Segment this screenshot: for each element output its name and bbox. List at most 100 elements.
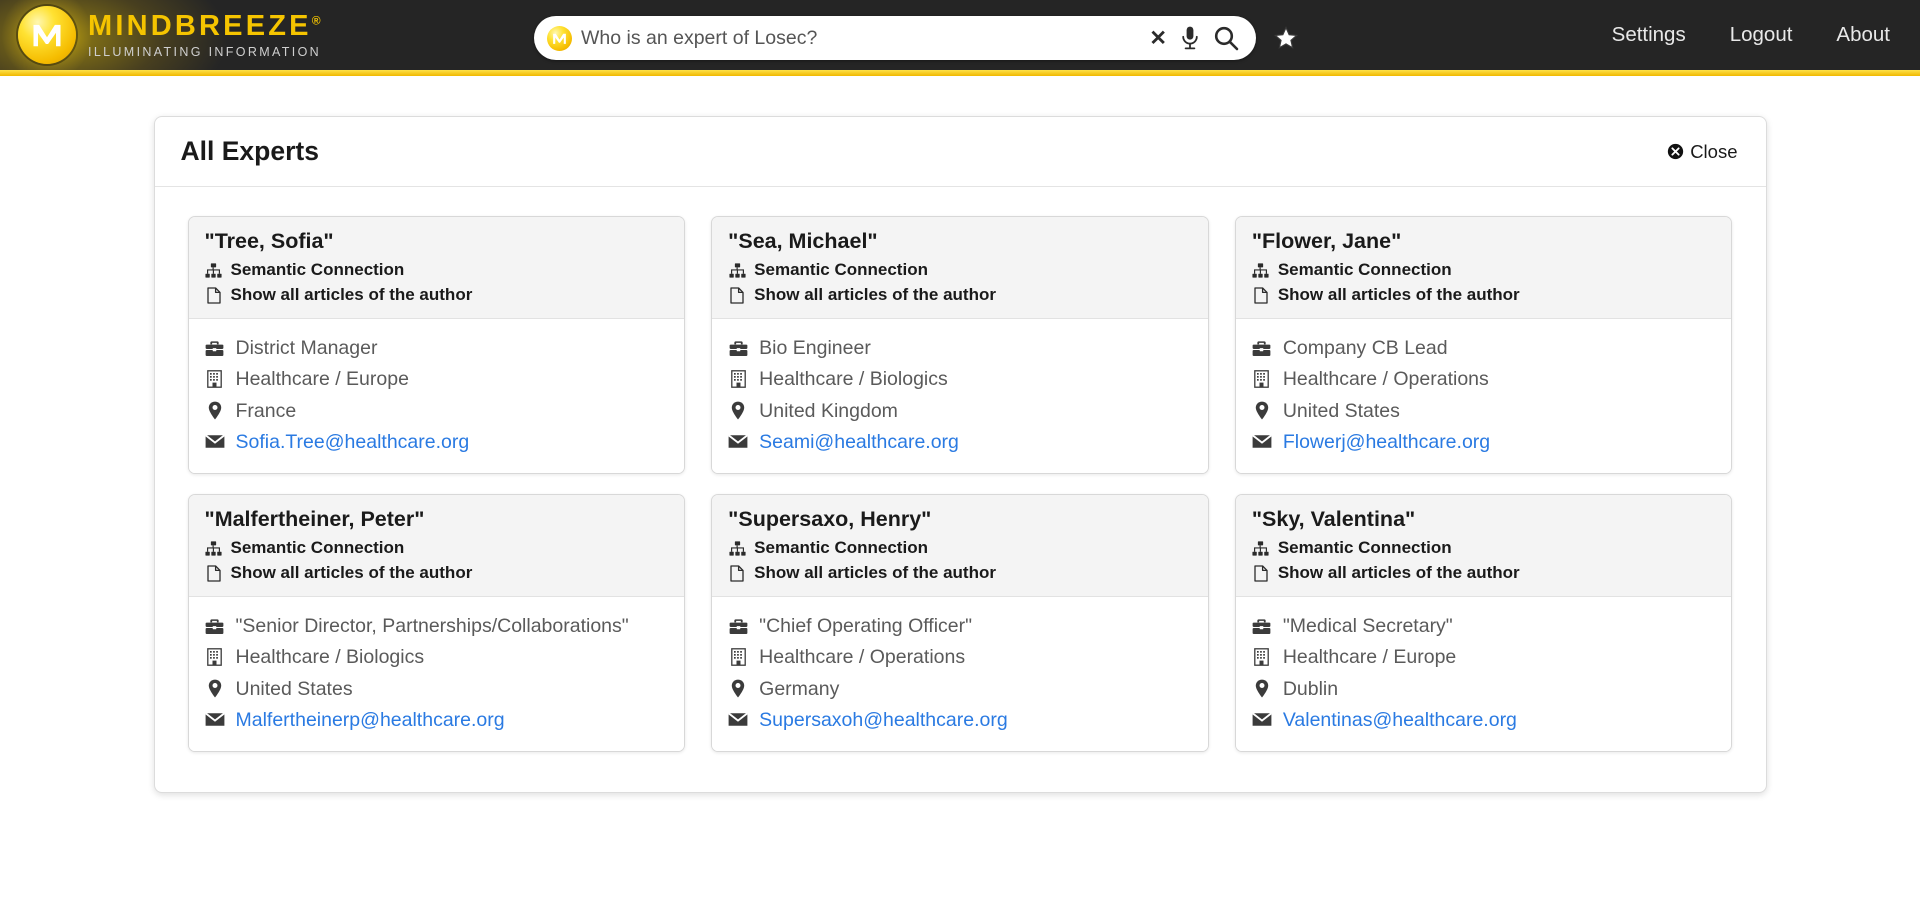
logo-mark-icon <box>2 0 92 80</box>
expert-department: Healthcare / Operations <box>759 646 966 669</box>
building-icon <box>205 648 225 667</box>
sitemap-icon <box>1252 262 1270 278</box>
expert-role: "Senior Director, Partnerships/Collabora… <box>235 615 629 638</box>
briefcase-icon <box>728 340 748 357</box>
expert-location-row: Dublin <box>1252 675 1716 703</box>
expert-email-row: Valentinas@healthcare.org <box>1251 706 1716 734</box>
logo-name: MINDBREEZE® <box>88 9 321 42</box>
expert-department-row: Healthcare / Europe <box>205 365 669 393</box>
envelope-icon <box>728 434 749 449</box>
envelope-icon <box>204 712 225 727</box>
expert-card-1[interactable]: "Tree, Sofia" Semantic Connection Show a… <box>187 216 686 475</box>
expert-card-header: "Sky, Valentina" Semantic Connection Sho… <box>1235 495 1732 598</box>
nav-link-logout[interactable]: Logout <box>1730 23 1793 47</box>
close-button[interactable]: Close <box>1667 140 1738 163</box>
semantic-connection-link[interactable]: Semantic Connection <box>1252 538 1716 558</box>
expert-name: "Sky, Valentina" <box>1251 507 1416 532</box>
show-all-articles-label: Show all articles of the author <box>230 563 473 583</box>
show-all-articles-link[interactable]: Show all articles of the author <box>205 285 669 305</box>
experts-grid: "Tree, Sofia" Semantic Connection Show a… <box>155 187 1766 792</box>
expert-card-body: "Medical Secretary" Healthcare / Europe … <box>1235 597 1732 752</box>
expert-role-row: Company CB Lead <box>1252 334 1716 362</box>
show-all-articles-label: Show all articles of the author <box>1277 563 1520 583</box>
mindbreeze-logo[interactable]: MINDBREEZE® ILLUMINATING INFORMATION <box>2 0 321 80</box>
search-box[interactable]: ✕ <box>534 16 1256 60</box>
expert-location-row: United States <box>1252 397 1716 425</box>
show-all-articles-link[interactable]: Show all articles of the author <box>728 563 1192 583</box>
logo-registered-mark: ® <box>311 13 321 28</box>
expert-role-row: District Manager <box>205 334 669 362</box>
show-all-articles-link[interactable]: Show all articles of the author <box>728 285 1192 305</box>
sitemap-icon <box>728 540 746 556</box>
favicon-m-letter-icon <box>553 33 566 44</box>
expert-location: France <box>235 399 297 422</box>
expert-card-5[interactable]: "Supersaxo, Henry" Semantic Connection S… <box>711 494 1209 753</box>
logo-name-text: MINDBREEZE <box>88 9 312 42</box>
logo-m-letter-icon <box>33 24 61 47</box>
expert-email-link[interactable]: Valentinas@healthcare.org <box>1283 706 1517 734</box>
expert-location: Germany <box>759 677 840 700</box>
close-circle-icon <box>1668 143 1684 160</box>
building-icon <box>1252 648 1272 667</box>
expert-location-row: France <box>205 397 669 425</box>
nav-link-settings[interactable]: Settings <box>1612 23 1686 47</box>
location-pin-icon <box>728 679 748 698</box>
search-icon[interactable] <box>1213 25 1240 52</box>
expert-email-link[interactable]: Flowerj@healthcare.org <box>1283 428 1490 456</box>
document-icon <box>1252 564 1270 582</box>
top-navigation: Settings Logout About <box>1612 23 1890 47</box>
expert-card-2[interactable]: "Sea, Michael" Semantic Connection Show … <box>711 216 1209 475</box>
expert-role-row: "Senior Director, Partnerships/Collabora… <box>205 612 669 640</box>
microphone-icon[interactable] <box>1180 25 1200 51</box>
expert-role: "Chief Operating Officer" <box>759 615 973 638</box>
document-icon <box>728 286 746 304</box>
expert-email-link[interactable]: Sofia.Tree@healthcare.org <box>236 428 470 456</box>
semantic-connection-label: Semantic Connection <box>1277 260 1452 279</box>
expert-location: United States <box>1282 399 1400 422</box>
expert-role-row: "Medical Secretary" <box>1252 612 1716 640</box>
expert-department-row: Healthcare / Biologics <box>728 365 1192 393</box>
semantic-connection-link[interactable]: Semantic Connection <box>205 538 669 558</box>
briefcase-icon <box>728 618 748 635</box>
location-pin-icon <box>205 401 225 420</box>
semantic-connection-link[interactable]: Semantic Connection <box>728 538 1192 558</box>
clear-search-icon[interactable]: ✕ <box>1149 28 1167 49</box>
semantic-connection-label: Semantic Connection <box>230 538 405 558</box>
envelope-icon <box>1251 434 1272 449</box>
expert-email-link[interactable]: Malfertheinerp@healthcare.org <box>236 706 505 734</box>
expert-role-row: "Chief Operating Officer" <box>728 612 1192 640</box>
expert-email-link[interactable]: Seami@healthcare.org <box>759 428 959 456</box>
semantic-connection-link[interactable]: Semantic Connection <box>205 260 669 280</box>
expert-card-3[interactable]: "Flower, Jane" Semantic Connection Show … <box>1234 216 1733 475</box>
mindbreeze-favicon-icon <box>547 25 572 51</box>
expert-role-row: Bio Engineer <box>728 334 1192 362</box>
expert-role: "Medical Secretary" <box>1282 615 1453 638</box>
expert-department: Healthcare / Europe <box>1282 646 1457 669</box>
search-input[interactable] <box>581 16 1150 60</box>
expert-card-6[interactable]: "Sky, Valentina" Semantic Connection Sho… <box>1234 494 1733 753</box>
location-pin-icon <box>728 401 748 420</box>
semantic-connection-link[interactable]: Semantic Connection <box>1252 260 1716 280</box>
expert-email-row: Malfertheinerp@healthcare.org <box>204 706 669 734</box>
expert-location-row: United Kingdom <box>728 397 1192 425</box>
sitemap-icon <box>205 262 223 278</box>
semantic-connection-link[interactable]: Semantic Connection <box>728 260 1192 280</box>
expert-name: "Flower, Jane" <box>1251 229 1402 253</box>
briefcase-icon <box>1252 340 1272 357</box>
expert-role: Company CB Lead <box>1282 337 1448 359</box>
expert-department: Healthcare / Biologics <box>759 368 948 391</box>
expert-location-row: Germany <box>728 675 1192 703</box>
expert-name: "Tree, Sofia" <box>204 229 334 253</box>
expert-department-row: Healthcare / Operations <box>728 643 1192 671</box>
close-label: Close <box>1690 140 1738 162</box>
show-all-articles-link[interactable]: Show all articles of the author <box>205 563 669 583</box>
expert-role: District Manager <box>235 337 378 359</box>
expert-card-header: "Tree, Sofia" Semantic Connection Show a… <box>188 217 685 319</box>
expert-email-link[interactable]: Supersaxoh@healthcare.org <box>759 706 1008 734</box>
show-all-articles-link[interactable]: Show all articles of the author <box>1252 563 1716 583</box>
expert-card-4[interactable]: "Malfertheiner, Peter" Semantic Connecti… <box>187 494 686 753</box>
search-icon-group: ✕ <box>1149 25 1244 52</box>
show-all-articles-link[interactable]: Show all articles of the author <box>1252 285 1716 305</box>
nav-link-about[interactable]: About <box>1836 23 1890 47</box>
star-bookmark-icon[interactable] <box>1273 25 1299 51</box>
